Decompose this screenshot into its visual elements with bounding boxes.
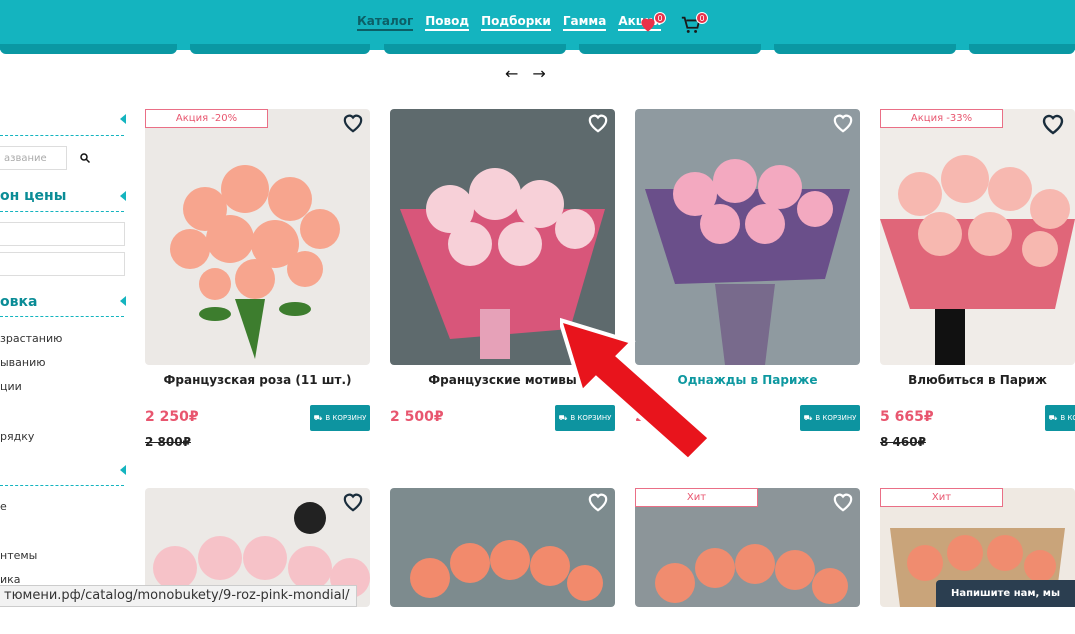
sort-title: овка	[0, 294, 38, 310]
top-navigation-bar: Каталог Повод Подборки Гамма Акции 0 0	[0, 0, 1075, 54]
red-arrow-icon	[560, 317, 713, 460]
add-to-cart-button[interactable]: ⛟В КОРЗИНУ	[310, 405, 370, 431]
product-old-price: 2 800₽	[145, 435, 191, 449]
collapse-caret-icon[interactable]	[120, 191, 126, 201]
basket-icon: ⛟	[313, 413, 323, 422]
add-to-cart-label: В КОРЗИНУ	[1060, 414, 1075, 422]
product-name[interactable]: Влюбиться в Париж	[880, 373, 1075, 387]
promo-tag: Акция -33%	[880, 109, 1003, 128]
heart-outline-icon[interactable]	[342, 113, 364, 133]
slider-arrows: ← →	[505, 64, 546, 83]
hit-tag: Хит	[635, 488, 758, 507]
prev-arrow-icon[interactable]: ←	[505, 64, 518, 83]
price-filter-title: он цены	[0, 188, 67, 204]
divider	[0, 485, 124, 486]
add-to-cart-button[interactable]: ⛟В КОРЗИНУ	[1045, 405, 1075, 431]
filter-link[interactable]: е	[0, 500, 7, 513]
heart-outline-icon[interactable]	[342, 492, 364, 512]
tab-slot[interactable]	[384, 44, 566, 54]
cart-count-badge: 0	[696, 12, 708, 24]
hit-tag: Хит	[880, 488, 1003, 507]
heart-outline-icon[interactable]	[832, 113, 854, 133]
heart-outline-icon[interactable]	[587, 113, 609, 133]
product-name[interactable]: Французская роза (11 шт.)	[145, 373, 370, 387]
next-arrow-icon[interactable]: →	[532, 64, 545, 83]
collapse-caret-icon[interactable]	[120, 296, 126, 306]
add-to-cart-label: В КОРЗИНУ	[325, 414, 367, 422]
promo-tag: Акция -20%	[145, 109, 268, 128]
add-to-cart-button[interactable]: ⛟В КОРЗИНУ	[800, 405, 860, 431]
online-chat-button[interactable]: Напишите нам, мы онлайн!	[936, 580, 1075, 626]
sort-link[interactable]: ыванию	[0, 356, 46, 369]
divider	[0, 211, 124, 212]
filter-sidebar: азвание он цены овка зрастанию ыванию ци…	[0, 100, 128, 607]
sort-link[interactable]: ции	[0, 380, 22, 393]
nav-palette[interactable]: Гамма	[562, 14, 607, 31]
sort-link[interactable]: рядку	[0, 430, 34, 443]
basket-icon: ⛟	[803, 413, 813, 422]
tab-slot[interactable]	[190, 44, 370, 54]
product-price: 2 500₽	[390, 409, 444, 425]
heart-outline-icon[interactable]	[587, 492, 609, 512]
tab-slot[interactable]	[774, 44, 956, 54]
collapse-caret-icon[interactable]	[120, 465, 126, 475]
tab-strip	[0, 44, 1075, 54]
search-icon[interactable]	[79, 152, 91, 164]
tab-slot[interactable]	[579, 44, 761, 54]
tab-slot[interactable]	[0, 44, 177, 54]
search-input[interactable]: азвание	[0, 146, 67, 170]
sort-link[interactable]: зрастанию	[0, 332, 62, 345]
add-to-cart-label: В КОРЗИНУ	[815, 414, 857, 422]
divider	[0, 316, 124, 317]
product-price: 2 250₽	[145, 409, 199, 425]
heart-outline-icon[interactable]	[1041, 113, 1065, 135]
product-price: 5 665₽	[880, 409, 934, 425]
nav-occasion[interactable]: Повод	[425, 14, 470, 31]
favorites-button[interactable]: 0	[638, 12, 666, 36]
price-from-input[interactable]	[0, 222, 125, 246]
main-menu: Каталог Повод Подборки Гамма Акции	[357, 14, 662, 31]
browser-status-url: тюмени.рф/catalog/monobukety/9-roz-pink-…	[0, 585, 357, 607]
nav-collections[interactable]: Подборки	[481, 14, 551, 31]
cart-button[interactable]: 0	[680, 12, 708, 36]
nav-catalog[interactable]: Каталог	[357, 14, 414, 31]
product-image[interactable]	[880, 109, 1075, 365]
price-to-input[interactable]	[0, 252, 125, 276]
heart-outline-icon[interactable]	[832, 492, 854, 512]
filter-link[interactable]: нтемы	[0, 549, 37, 562]
divider	[0, 135, 124, 136]
product-image[interactable]	[390, 488, 615, 607]
product-image[interactable]	[145, 109, 370, 365]
tab-slot[interactable]	[969, 44, 1075, 54]
collapse-caret-icon[interactable]	[120, 114, 126, 124]
product-old-price: 8 460₽	[880, 435, 926, 449]
basket-icon: ⛟	[1048, 413, 1058, 422]
favorites-count-badge: 0	[654, 12, 666, 24]
